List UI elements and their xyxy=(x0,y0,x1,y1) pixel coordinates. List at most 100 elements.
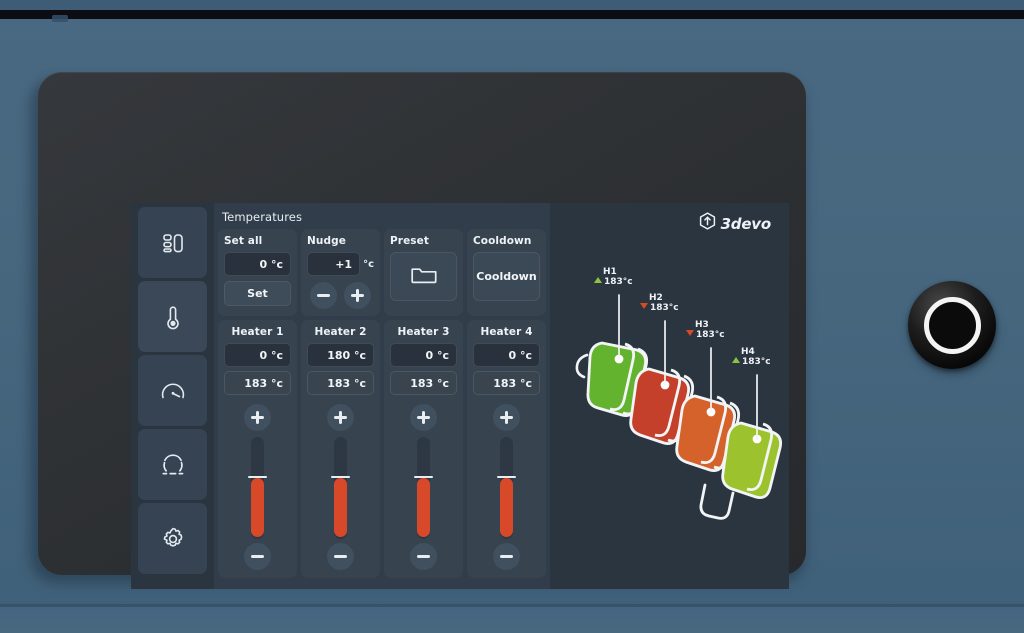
heater-1-decrease-button[interactable] xyxy=(244,543,271,570)
zone-label-h1-name: H1 xyxy=(603,267,617,277)
heater-4-decrease-button[interactable] xyxy=(493,543,520,570)
heater-3-slider-marker xyxy=(414,475,433,478)
zone-label-h1-value: 183°c xyxy=(594,277,633,287)
heater-1-slider-fill xyxy=(251,478,264,537)
heater-3-current: 183 °c xyxy=(390,371,457,395)
heater-4-slider[interactable] xyxy=(497,437,516,539)
zone-label-h4-name: H4 xyxy=(741,347,755,357)
cards-grid: Set all 0 °c Set Nudge +1 °c Preset Cool… xyxy=(218,229,546,578)
sidebar-item-settings[interactable] xyxy=(138,503,207,574)
plus-icon-vertical xyxy=(256,411,259,424)
heater-1-setpoint[interactable]: 0 °c xyxy=(224,343,291,367)
heater-2-slider-fill xyxy=(334,478,347,537)
cooldown-title: Cooldown xyxy=(473,235,532,247)
card-heater-4: Heater 4 0 °c 183 °c xyxy=(467,320,546,578)
heater-2-title: Heater 2 xyxy=(314,326,367,338)
heater-1-current: 183 °c xyxy=(224,371,291,395)
trend-up-icon xyxy=(732,357,740,364)
heater-2-decrease-button[interactable] xyxy=(327,543,354,570)
zone-label-h3-name: H3 xyxy=(695,320,709,330)
heater-1-title: Heater 1 xyxy=(231,326,284,338)
preset-open-button[interactable] xyxy=(390,252,457,301)
machine-body: Temperatures Set all 0 °c Set Nudge +1 °… xyxy=(0,0,1024,633)
barrel-zone-4 xyxy=(721,421,783,499)
touchscreen: Temperatures Set all 0 °c Set Nudge +1 °… xyxy=(131,203,789,589)
heater-3-setpoint[interactable]: 0 °c xyxy=(390,343,457,367)
heater-3-decrease-button[interactable] xyxy=(410,543,437,570)
preset-title: Preset xyxy=(390,235,429,247)
sidebar xyxy=(131,203,214,589)
trend-down-icon xyxy=(640,303,648,310)
zone-label-h3: H3 183°c xyxy=(686,320,725,341)
minus-icon xyxy=(317,294,330,297)
minus-icon xyxy=(251,555,264,558)
heater-3-title: Heater 3 xyxy=(397,326,450,338)
card-preset: Preset xyxy=(384,229,463,316)
control-knob[interactable] xyxy=(908,281,996,369)
extruder-barrel-diagram xyxy=(575,294,783,520)
heater-4-setpoint[interactable]: 0 °c xyxy=(473,343,540,367)
card-heater-2: Heater 2 180 °c 183 °c xyxy=(301,320,380,578)
card-nudge: Nudge +1 °c xyxy=(301,229,380,316)
temperatures-pane: Temperatures Set all 0 °c Set Nudge +1 °… xyxy=(214,203,550,589)
page-title: Temperatures xyxy=(222,210,303,224)
zone-label-h4-value: 183°c xyxy=(732,357,771,367)
heater-2-setpoint[interactable]: 180 °c xyxy=(307,343,374,367)
content-area: Temperatures Set all 0 °c Set Nudge +1 °… xyxy=(214,203,789,589)
zone-label-h4: H4 183°c xyxy=(732,347,771,368)
card-heater-1: Heater 1 0 °c 183 °c xyxy=(218,320,297,578)
tablet-frame: Temperatures Set all 0 °c Set Nudge +1 °… xyxy=(38,72,806,589)
trend-down-icon xyxy=(686,330,694,337)
heater-3-increase-button[interactable] xyxy=(410,404,437,431)
heater-1-slider-marker xyxy=(248,475,267,478)
heater-4-slider-marker xyxy=(497,475,516,478)
heater-4-slider-fill xyxy=(500,478,513,537)
zone-label-h3-value: 183°c xyxy=(686,330,725,340)
sidebar-item-temperatures[interactable] xyxy=(138,281,207,352)
nudge-title: Nudge xyxy=(307,235,346,247)
thermometer-icon xyxy=(160,302,186,332)
machine-top-strip xyxy=(0,0,1024,10)
dashed-spool-icon xyxy=(158,451,188,479)
heater-1-slider[interactable] xyxy=(248,437,267,539)
barrel-visualization-pane: 3devo H1 183°c H2 183°c H3 183°c H4 183°… xyxy=(550,203,789,589)
nudge-input[interactable]: +1 xyxy=(307,252,361,276)
heater-4-increase-button[interactable] xyxy=(493,404,520,431)
card-set-all: Set all 0 °c Set xyxy=(218,229,297,316)
set-all-button[interactable]: Set xyxy=(224,281,291,306)
plus-icon-vertical xyxy=(422,411,425,424)
nudge-minus-button[interactable] xyxy=(310,282,337,309)
heater-3-slider[interactable] xyxy=(414,437,433,539)
heater-1-increase-button[interactable] xyxy=(244,404,271,431)
nudge-unit: °c xyxy=(363,258,374,270)
zone-label-h2-value: 183°c xyxy=(640,303,679,313)
plus-icon-vertical xyxy=(339,411,342,424)
heater-2-slider[interactable] xyxy=(331,437,350,539)
nudge-row: +1 °c xyxy=(307,252,374,276)
folder-icon xyxy=(409,263,439,291)
sidebar-item-spooling[interactable] xyxy=(138,429,207,500)
zone-label-h2-name: H2 xyxy=(649,293,663,303)
trend-up-icon xyxy=(594,277,602,284)
machine-top-seam xyxy=(0,10,1024,19)
nudge-plus-button[interactable] xyxy=(344,282,371,309)
knob-ring xyxy=(923,296,981,354)
sidebar-item-dashboard[interactable] xyxy=(138,207,207,278)
machine-lower-band xyxy=(0,607,1024,633)
plus-icon-vertical xyxy=(356,289,359,302)
card-cooldown: Cooldown Cooldown xyxy=(467,229,546,316)
set-all-input[interactable]: 0 °c xyxy=(224,252,291,276)
card-heater-3: Heater 3 0 °c 183 °c xyxy=(384,320,463,578)
heater-4-current: 183 °c xyxy=(473,371,540,395)
minus-icon xyxy=(417,555,430,558)
heater-2-increase-button[interactable] xyxy=(327,404,354,431)
sidebar-item-speed[interactable] xyxy=(138,355,207,426)
minus-icon xyxy=(500,555,513,558)
gear-icon xyxy=(159,525,187,553)
cooldown-button[interactable]: Cooldown xyxy=(473,252,540,301)
layout-dashboard-icon xyxy=(160,230,186,256)
heater-3-slider-fill xyxy=(417,478,430,537)
zone-label-h2: H2 183°c xyxy=(640,293,679,314)
nudge-buttons xyxy=(307,282,374,309)
set-all-title: Set all xyxy=(224,235,263,247)
